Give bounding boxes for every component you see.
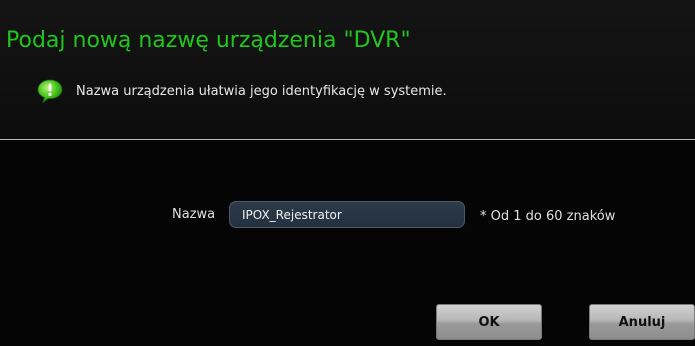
info-bubble-icon [37, 79, 63, 104]
info-row: Nazwa urządzenia ułatwia jego identyfika… [37, 78, 447, 104]
name-length-hint: * Od 1 do 60 znaków [480, 209, 616, 224]
rename-device-dialog: Podaj nową nazwę urządzenia "DVR" Nazwa … [0, 0, 695, 346]
ok-button[interactable]: OK [436, 304, 542, 340]
cancel-button[interactable]: Anuluj [589, 304, 695, 340]
name-label: Nazwa [172, 207, 216, 222]
dialog-title: Podaj nową nazwę urządzenia "DVR" [6, 28, 411, 53]
info-text: Nazwa urządzenia ułatwia jego identyfika… [76, 83, 447, 99]
divider [0, 139, 695, 140]
device-name-input[interactable] [229, 201, 465, 228]
dialog-header: Podaj nową nazwę urządzenia "DVR" Nazwa … [0, 0, 695, 139]
